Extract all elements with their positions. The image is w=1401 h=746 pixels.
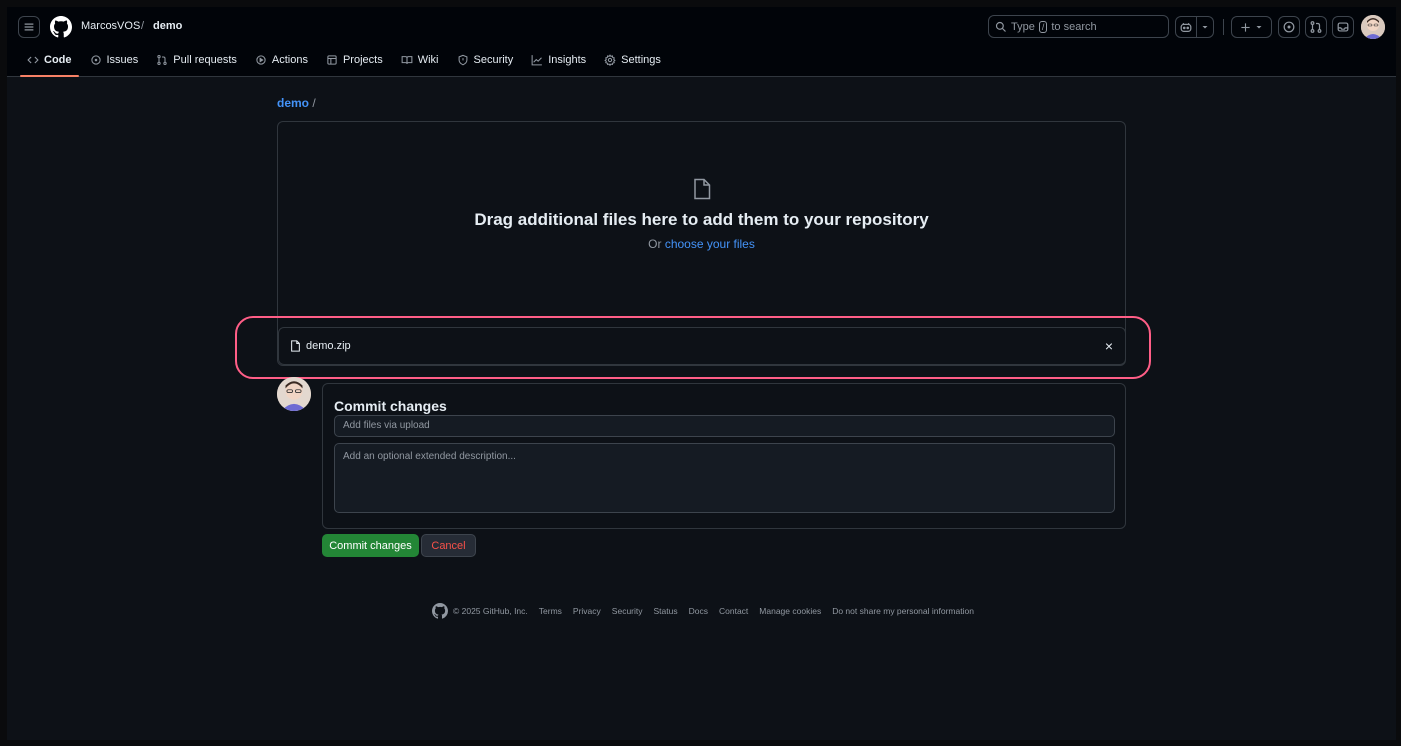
- drop-zone-prefix: Or: [648, 237, 662, 251]
- tab-insights[interactable]: Insights: [522, 47, 595, 73]
- tab-code[interactable]: Code: [18, 47, 81, 77]
- search-input[interactable]: Type / to search: [988, 15, 1169, 38]
- repo-link[interactable]: demo: [153, 20, 182, 32]
- owner-link[interactable]: MarcosVOS: [81, 20, 140, 32]
- issue-icon: [90, 55, 101, 65]
- cancel-button[interactable]: Cancel: [421, 534, 476, 557]
- repo-nav-tabs: Code Issues Pull requests Actions Projec…: [18, 47, 670, 77]
- breadcrumb-separator: /: [312, 96, 316, 110]
- file-icon: [291, 340, 300, 352]
- tab-wiki[interactable]: Wiki: [392, 47, 448, 73]
- tab-label: Actions: [271, 54, 308, 66]
- tab-label: Pull requests: [173, 54, 237, 66]
- breadcrumb-separator: /: [141, 20, 145, 32]
- code-icon: [27, 56, 39, 64]
- browser-viewport: MarcosVOS / demo Type / to search Code I…: [7, 7, 1396, 740]
- commit-title: Commit changes: [334, 398, 447, 414]
- commit-summary-input[interactable]: Add files via upload: [334, 415, 1115, 437]
- commit-form: Commit changes Add files via upload Add …: [322, 383, 1126, 529]
- commit-description-textarea[interactable]: Add an optional extended description...: [334, 443, 1115, 513]
- chevron-down-icon: [1256, 26, 1262, 29]
- search-suffix: to search: [1051, 20, 1097, 33]
- avatar-image: [277, 377, 311, 411]
- drop-zone-subtitle: Or choose your files: [278, 237, 1125, 251]
- github-logo-icon[interactable]: [432, 603, 448, 619]
- chevron-down-icon: [1202, 26, 1208, 29]
- create-new-button[interactable]: [1231, 16, 1272, 38]
- tab-label: Projects: [342, 54, 383, 66]
- issue-icon: [1283, 21, 1295, 33]
- tab-label: Code: [44, 54, 72, 66]
- inbox-button[interactable]: [1332, 16, 1354, 38]
- shield-icon: [458, 54, 467, 66]
- footer-link-do-not-share[interactable]: Do not share my personal information: [832, 606, 974, 616]
- commit-changes-button[interactable]: Commit changes: [322, 534, 419, 557]
- copilot-dropdown-button[interactable]: [1197, 16, 1214, 38]
- tab-actions[interactable]: Actions: [246, 47, 317, 73]
- tab-label: Settings: [621, 54, 661, 66]
- gear-icon: [604, 54, 616, 66]
- tab-security[interactable]: Security: [448, 47, 523, 73]
- footer-link-docs[interactable]: Docs: [689, 606, 708, 616]
- hamburger-icon: [24, 23, 34, 31]
- copilot-button[interactable]: [1175, 16, 1197, 38]
- footer-link-status[interactable]: Status: [654, 606, 678, 616]
- choose-files-link[interactable]: choose your files: [665, 237, 755, 251]
- footer-link-privacy[interactable]: Privacy: [573, 606, 601, 616]
- copilot-icon: [1180, 23, 1192, 32]
- search-icon: [995, 21, 1006, 32]
- commit-author-avatar: [277, 377, 311, 411]
- hamburger-menu-button[interactable]: [18, 16, 40, 38]
- app-header: MarcosVOS / demo Type / to search Code I…: [7, 7, 1396, 77]
- table-icon: [327, 55, 337, 65]
- tab-label: Wiki: [417, 54, 439, 66]
- breadcrumb-repo-link[interactable]: demo: [277, 96, 309, 110]
- file-icon: [694, 178, 711, 200]
- footer-copyright: © 2025 GitHub, Inc.: [453, 606, 528, 616]
- user-avatar[interactable]: [1361, 15, 1385, 39]
- tab-projects[interactable]: Projects: [317, 47, 392, 73]
- footer-link-contact[interactable]: Contact: [719, 606, 748, 616]
- tab-label: Issues: [106, 54, 139, 66]
- pull-request-icon: [157, 54, 167, 66]
- footer-link-manage-cookies[interactable]: Manage cookies: [759, 606, 821, 616]
- breadcrumb: demo /: [277, 96, 316, 110]
- footer: © 2025 GitHub, Inc. Terms Privacy Securi…: [432, 602, 974, 620]
- search-shortcut-key: /: [1038, 20, 1048, 33]
- remove-file-button[interactable]: ×: [1105, 339, 1113, 353]
- graph-icon: [531, 55, 543, 66]
- pull-request-icon: [1310, 21, 1322, 33]
- uploaded-file-row: demo.zip ×: [278, 327, 1126, 365]
- tab-settings[interactable]: Settings: [595, 47, 670, 73]
- issues-header-button[interactable]: [1278, 16, 1300, 38]
- footer-link-security[interactable]: Security: [612, 606, 643, 616]
- pull-requests-header-button[interactable]: [1305, 16, 1327, 38]
- header-divider: [1223, 19, 1224, 35]
- inbox-icon: [1337, 22, 1349, 32]
- book-icon: [401, 56, 413, 64]
- github-logo-icon[interactable]: [50, 16, 72, 38]
- play-icon: [256, 55, 266, 65]
- tab-issues[interactable]: Issues: [81, 47, 148, 73]
- tab-label: Security: [473, 54, 514, 66]
- footer-link-terms[interactable]: Terms: [539, 606, 562, 616]
- search-prefix: Type: [1011, 20, 1035, 33]
- uploaded-file-name: demo.zip: [306, 340, 351, 352]
- tab-pull-requests[interactable]: Pull requests: [147, 47, 246, 73]
- plus-icon: [1241, 22, 1250, 32]
- drop-zone-title: Drag additional files here to add them t…: [474, 210, 929, 229]
- tab-label: Insights: [548, 54, 587, 66]
- avatar-image: [1361, 15, 1385, 39]
